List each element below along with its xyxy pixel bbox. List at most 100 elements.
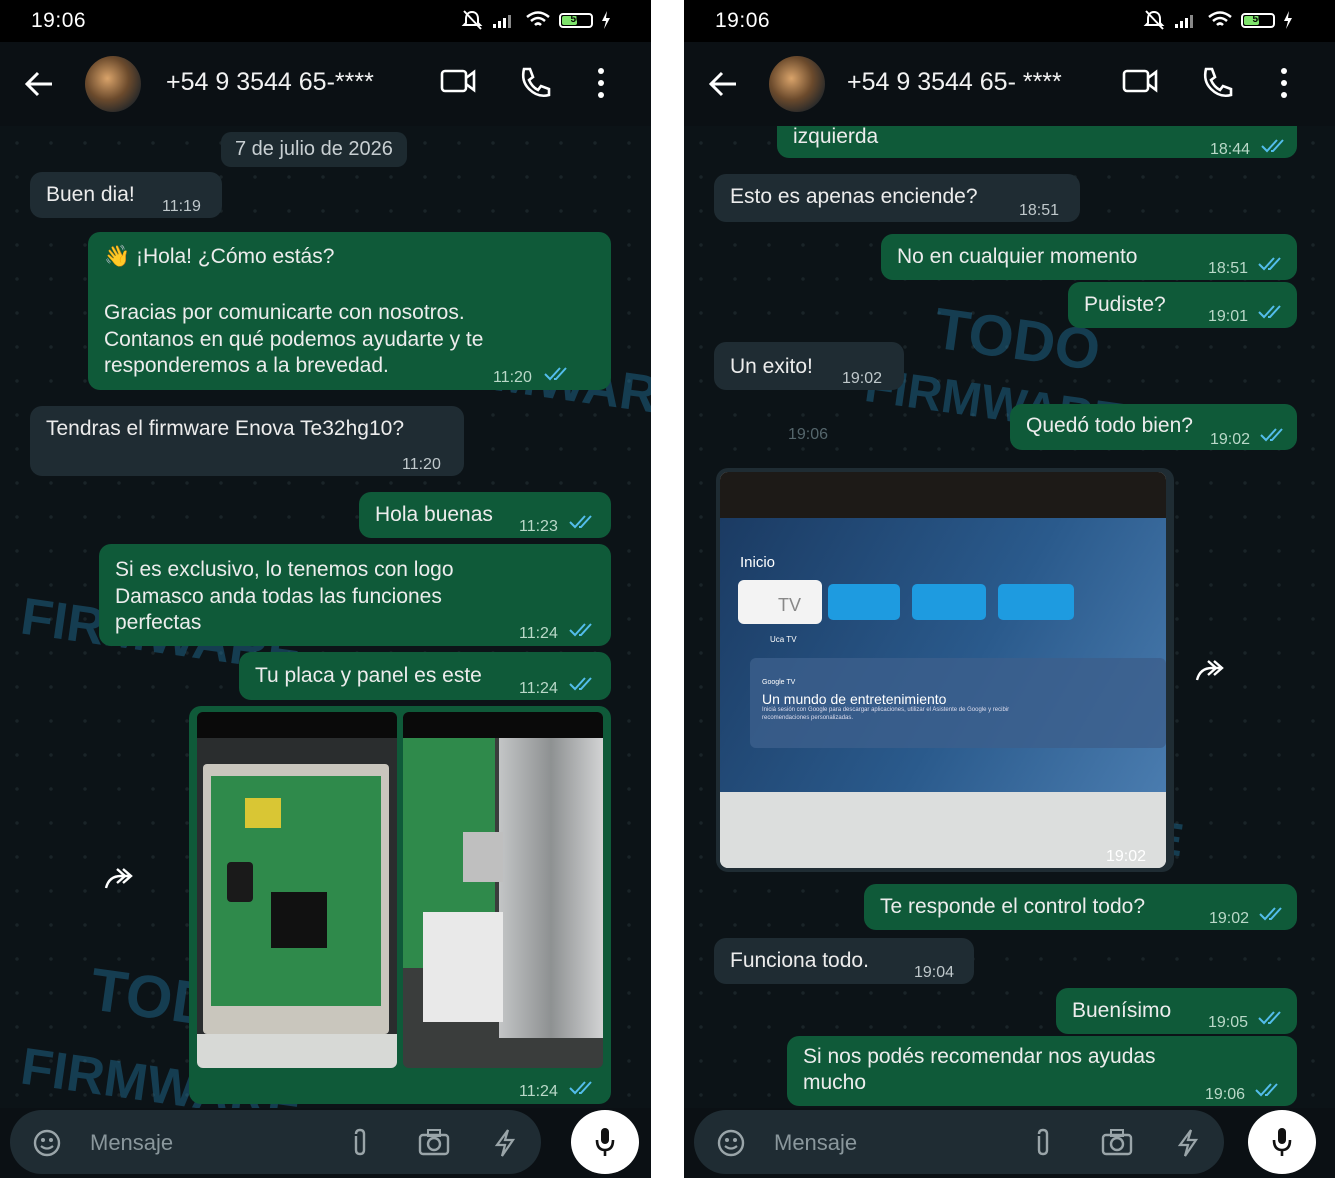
mic-button[interactable] [1248,1110,1316,1174]
avatar[interactable] [85,56,141,112]
double-tick-icon [569,1081,592,1095]
message-outgoing[interactable]: Tu placa y panel es este 11:24 [239,652,611,700]
message-text: Si es exclusivo, lo tenemos con logo [115,558,454,581]
message-time: 11:19 [162,198,201,215]
back-arrow-icon[interactable] [708,70,738,98]
contact-name[interactable]: +54 9 3544 65- **** [847,68,1062,97]
message-time: 19:06 [1205,1086,1246,1103]
message-time: 19:05 [1208,1014,1249,1031]
message-outgoing[interactable]: Hola buenas 11:23 [359,492,611,538]
bolt-icon[interactable] [1177,1128,1199,1158]
message-time: 19:01 [1208,308,1249,325]
message-outgoing[interactable]: Te responde el control todo? 19:02 [864,884,1297,930]
forward-icon[interactable] [1194,658,1228,684]
message-text: Te responde el control todo? [880,895,1146,918]
message-list[interactable]: TODO FIRMWARE FIRMWARE TODO FIRMWARE 7 d… [0,126,651,1108]
emoji-icon[interactable] [32,1128,62,1158]
phone-call-icon[interactable] [1200,66,1234,100]
tv-apps-tile [912,584,986,620]
bolt-icon[interactable] [494,1128,516,1158]
double-tick-icon [1255,1083,1278,1097]
attach-icon[interactable] [350,1128,370,1158]
mic-button[interactable] [571,1110,639,1174]
tv-tile-label: TV [778,595,802,615]
message-outgoing[interactable]: Quedó todo bien? 19:02 [1010,404,1297,450]
mute-icon [461,10,483,30]
message-time: 19:02 [1210,431,1251,448]
message-time: 11:20 [402,456,441,473]
message-input[interactable]: Mensaje [774,1130,857,1156]
tv-body: Iniciá sesión con Google para descargar … [762,707,1010,721]
message-outgoing[interactable]: Pudiste? 19:01 [1068,282,1297,328]
message-incoming[interactable]: Esto es apenas enciende? 18:51 [714,174,1080,222]
message-incoming[interactable]: Un exito! 19:02 [714,342,904,390]
photo-board-1[interactable] [197,712,397,1068]
tv-settings-tile [998,584,1074,620]
message-time: 18:51 [1019,202,1060,219]
message-incoming[interactable]: Buen dia! 11:19 [30,172,222,218]
message-time: 19:02 [1209,910,1250,927]
photo-board-2[interactable] [403,712,603,1068]
message-time: 18:44 [1210,141,1251,158]
message-incoming[interactable]: Funciona todo. 19:04 [714,938,974,984]
more-vert-icon[interactable] [596,66,606,100]
phone-call-icon[interactable] [518,66,552,100]
charging-icon [602,11,610,29]
message-time: 11:20 [493,369,532,386]
message-text: Tendras el firmware Enova Te32hg10? [46,417,404,440]
mute-icon [1143,10,1165,30]
message-time: 11:24 [519,1083,558,1100]
message-outgoing[interactable]: Si nos podés recomendar nos ayudas mucho… [787,1036,1297,1106]
double-tick-icon [569,515,592,529]
message-text: 👋 ¡Hola! ¿Cómo estás? [104,245,335,268]
message-text: Hola buenas [375,503,493,526]
double-tick-icon [569,623,592,637]
tv-home-label: Inicio [740,554,776,571]
contact-name[interactable]: +54 9 3544 65-**** [166,68,374,97]
message-input[interactable]: Mensaje [90,1130,173,1156]
message-outgoing[interactable]: Si es exclusivo, lo tenemos con logo Dam… [99,544,611,646]
double-tick-icon [1259,907,1282,921]
video-call-icon[interactable] [1122,66,1158,96]
message-time: 11:23 [519,518,558,535]
back-arrow-icon[interactable] [24,70,54,98]
date-chip: 7 de julio de 2026 [221,132,407,167]
message-text: Buen dia! [46,183,135,206]
status-time: 19:06 [715,9,771,32]
chat-header: +54 9 3544 65-**** [0,42,651,126]
photo-tv-screen[interactable]: Inicio TV Uca TV Google TV Un mundo de e… [720,472,1166,868]
mic-icon [1272,1128,1292,1156]
message-text: Esto es apenas enciende? [730,185,978,208]
message-image[interactable]: Inicio TV Uca TV Google TV Un mundo de e… [716,468,1174,872]
message-outgoing[interactable]: izquierda 18:44 [777,126,1297,158]
message-outgoing[interactable]: 👋 ¡Hola! ¿Cómo estás? Gracias por comuni… [88,232,611,390]
status-bar: 19:06 50 [0,0,651,42]
emoji-icon[interactable] [716,1128,746,1158]
message-time: 11:24 [519,680,558,697]
message-text: Si nos podés recomendar nos ayudas [803,1045,1156,1068]
message-incoming[interactable]: Tendras el firmware Enova Te32hg10? 11:2… [30,406,464,476]
double-tick-icon [1260,428,1283,442]
tv-banner: Google TV Un mundo de entretenimiento In… [750,658,1166,748]
video-call-icon[interactable] [440,66,476,96]
message-outgoing[interactable]: No en cualquier momento 18:51 [881,234,1297,280]
double-tick-icon [569,677,592,691]
message-composer[interactable]: Mensaje [694,1110,1224,1174]
more-vert-icon[interactable] [1279,66,1289,100]
double-tick-icon [1258,305,1281,319]
message-list[interactable]: TODO FIRMWARE TODO FIRMWARE izquierda 18… [684,126,1335,1108]
attach-icon[interactable] [1033,1128,1053,1158]
signal-icon [1175,15,1193,28]
camera-icon[interactable] [418,1128,450,1156]
message-image-album[interactable]: 11:24 [189,706,611,1104]
message-composer[interactable]: Mensaje [10,1110,541,1174]
message-text: Contanos en qué podemos ayudarte y te [104,328,484,351]
message-time: 18:51 [1208,260,1249,277]
message-time: 19:04 [914,964,955,981]
message-text: Pudiste? [1084,293,1166,316]
avatar[interactable] [769,56,825,112]
message-time: 19:02 [1106,848,1147,865]
camera-icon[interactable] [1101,1128,1133,1156]
forward-icon[interactable] [103,866,137,892]
message-outgoing[interactable]: Buenísimo 19:05 [1056,988,1297,1034]
